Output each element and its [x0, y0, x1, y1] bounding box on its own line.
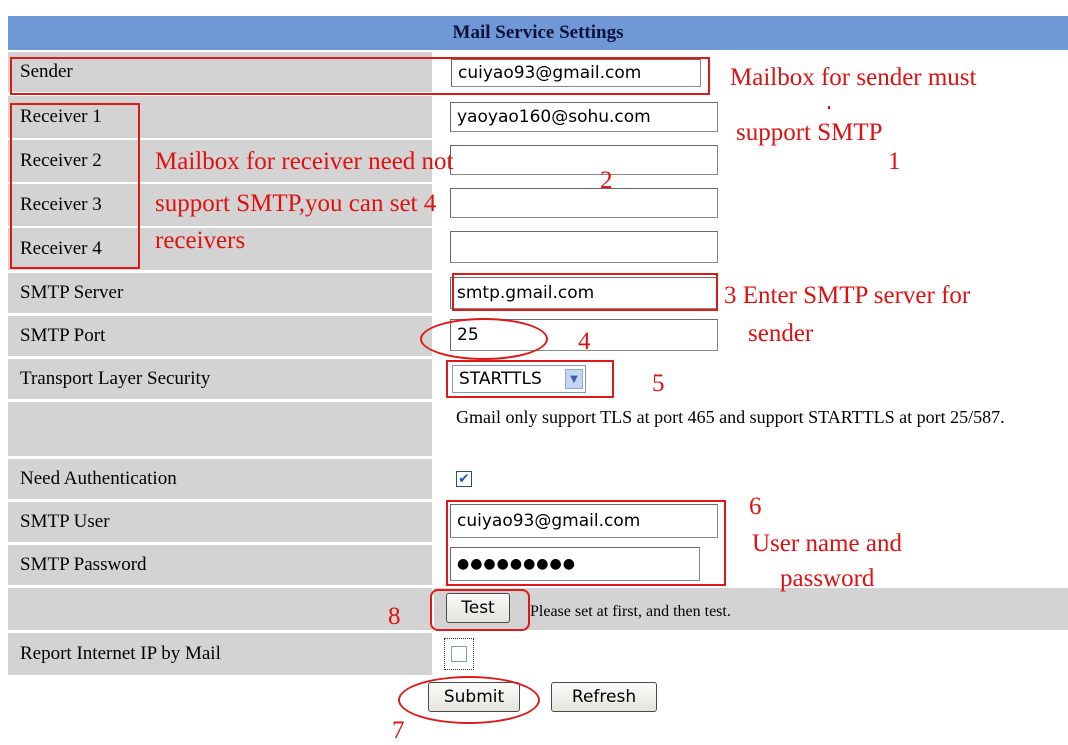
report-ip-checkbox[interactable]: [451, 646, 467, 662]
annotation-1-line2: support SMTP: [736, 119, 883, 146]
annotation-1-number: 1: [888, 148, 901, 175]
annotation-3-line2: sender: [748, 320, 814, 347]
section-title: Mail Service Settings: [452, 22, 624, 43]
smtp-server-label: SMTP Server: [8, 273, 432, 313]
annotation-2-line2: support SMTP,you can set 4: [155, 190, 437, 217]
annotation-7-number: 7: [392, 717, 405, 744]
annotation-2-line3: receivers: [155, 227, 246, 254]
tls-label: Transport Layer Security: [8, 359, 432, 399]
annotation-3-line1: 3 Enter SMTP server for: [724, 282, 971, 309]
receiver4-input[interactable]: [450, 231, 718, 263]
annotation-2-line1: Mailbox for receiver need not: [155, 148, 454, 175]
annotation-6-number: 6: [749, 493, 762, 520]
annotation-box-credentials: [446, 500, 726, 586]
annotation-box-tls: [446, 360, 614, 398]
annotation-5-number: 5: [652, 370, 665, 397]
test-note: Please set at first, and then test.: [530, 603, 731, 620]
annotation-8-number: 8: [388, 603, 401, 630]
report-ip-row: Report Internet IP by Mail: [8, 633, 1068, 675]
need-auth-label: Need Authentication: [8, 459, 432, 499]
annotation-box-sender: [10, 57, 710, 95]
smtp-port-label: SMTP Port: [8, 316, 432, 356]
annotation-ellipse-submit: [398, 676, 540, 724]
smtp-user-label: SMTP User: [8, 502, 432, 542]
tls-note: Gmail only support TLS at port 465 and s…: [456, 407, 1005, 427]
annotation-tick-mark: [828, 106, 830, 109]
report-ip-label: Report Internet IP by Mail: [8, 633, 432, 675]
need-auth-checkbox[interactable]: ✔: [456, 471, 472, 487]
annotation-2-number: 2: [600, 167, 613, 194]
checkmark-icon: ✔: [458, 471, 470, 487]
receiver3-input[interactable]: [450, 188, 718, 218]
receiver1-row: Receiver 1 yaoyao160@sohu.com: [8, 96, 1068, 138]
annotation-4-number: 4: [578, 328, 591, 355]
annotation-1-line1: Mailbox for sender must: [730, 64, 977, 91]
annotation-box-receivers: [10, 103, 140, 269]
annotation-6-line2: password: [780, 565, 875, 592]
annotation-box-smtp-server: [452, 273, 718, 311]
annotation-ellipse-port: [420, 318, 548, 360]
annotation-box-test: [430, 589, 530, 631]
section-header: Mail Service Settings: [8, 16, 1068, 50]
receiver1-input[interactable]: yaoyao160@sohu.com: [450, 102, 718, 132]
smtp-password-label: SMTP Password: [8, 545, 432, 585]
refresh-button[interactable]: Refresh: [551, 682, 657, 712]
annotation-6-line1: User name and: [752, 530, 902, 557]
need-auth-row: Need Authentication ✔: [8, 459, 1068, 499]
receiver2-input[interactable]: [450, 145, 718, 175]
